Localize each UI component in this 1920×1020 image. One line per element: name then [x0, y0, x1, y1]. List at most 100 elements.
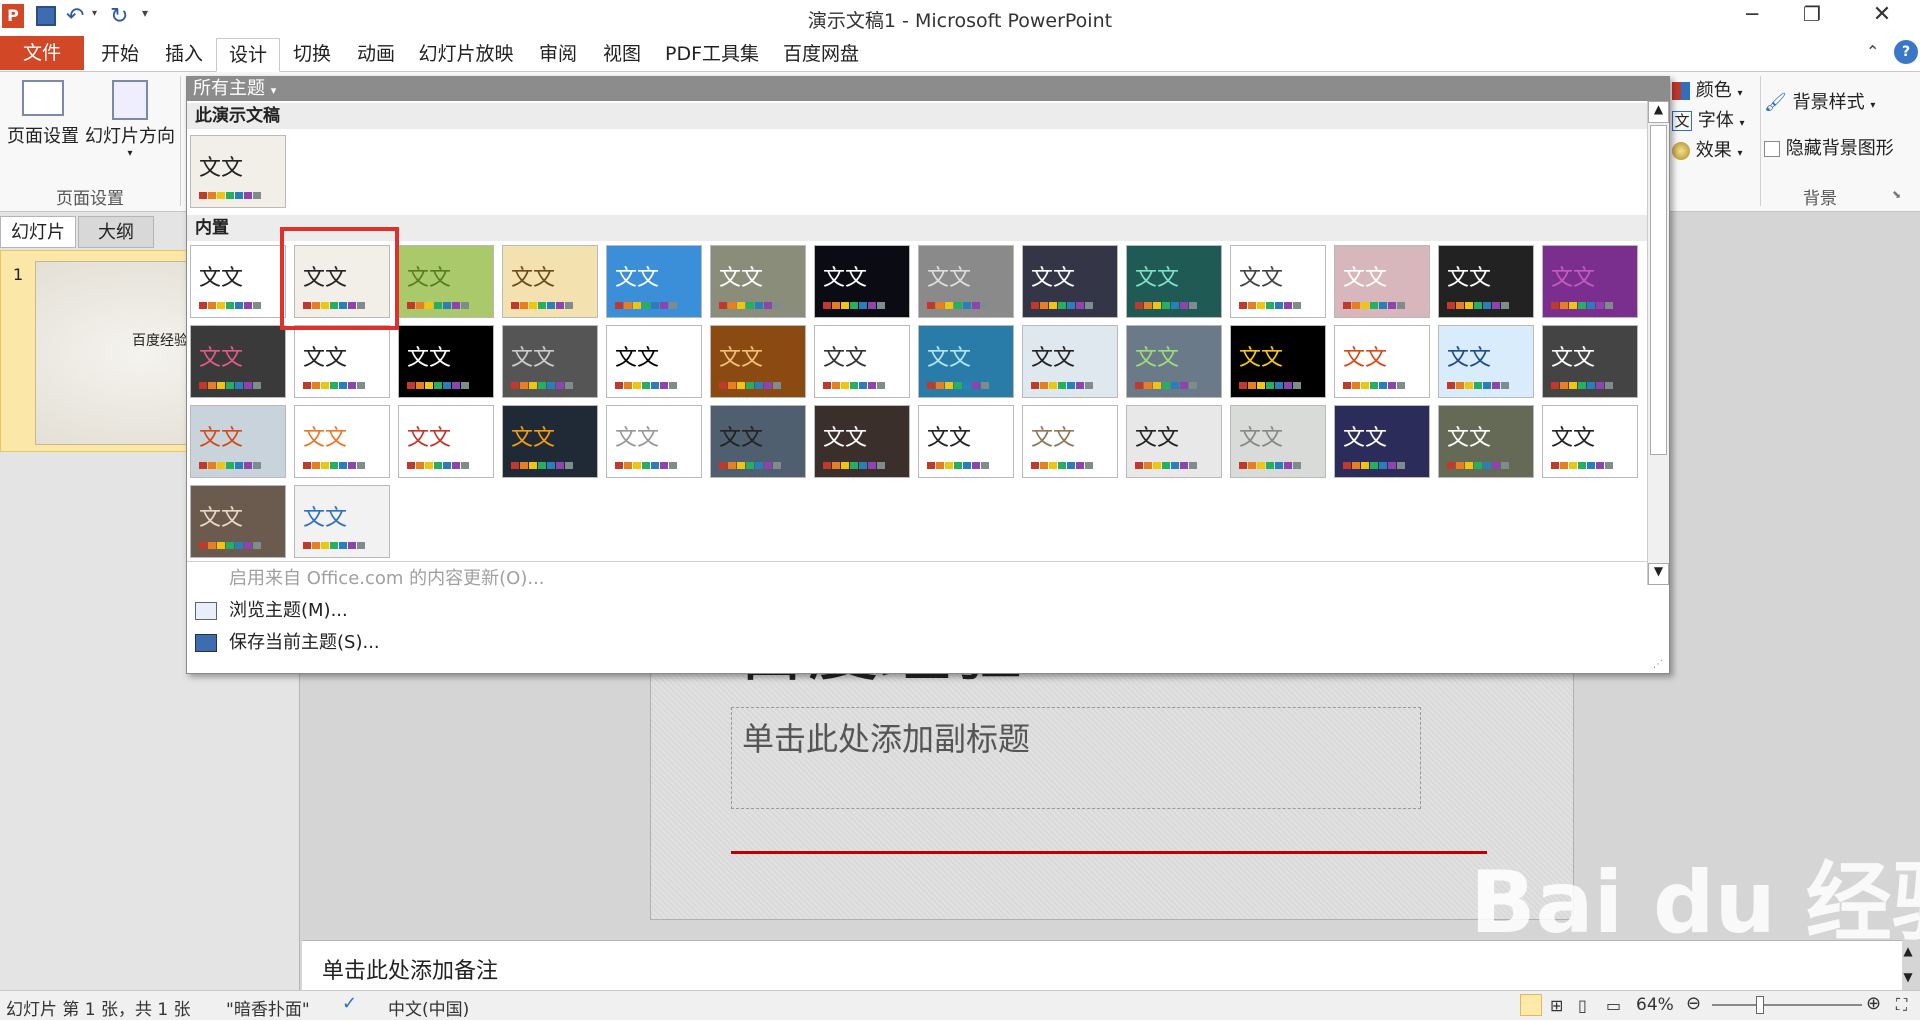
theme-thumb[interactable]: 文文 [398, 325, 494, 398]
gallery-scrollbar[interactable]: ▲ ▼ [1647, 101, 1669, 585]
tab-insert[interactable]: 插入 [160, 38, 208, 70]
theme-thumb[interactable]: 文文 [1022, 405, 1118, 478]
tab-baidu-netdisk[interactable]: 百度网盘 [778, 38, 864, 70]
tab-slideshow[interactable]: 幻灯片放映 [416, 38, 516, 70]
zoom-in-icon[interactable]: ⊕ [1866, 993, 1881, 1014]
browse-themes-item[interactable]: 浏览主题(M)... [187, 595, 1669, 627]
file-tab[interactable]: 文件 [0, 36, 84, 70]
save-icon[interactable] [36, 6, 56, 26]
theme-thumb[interactable]: 文文 [606, 405, 702, 478]
hide-background-checkbox[interactable]: 隐藏背景图形 [1764, 134, 1918, 160]
zoom-slider-thumb[interactable] [1756, 996, 1764, 1014]
page-setup-label: 页面设置 [7, 126, 79, 147]
theme-thumb[interactable]: 文文 [502, 405, 598, 478]
slideshow-icon[interactable]: ▭ [1606, 996, 1621, 1015]
theme-thumb[interactable]: 文文 [1438, 405, 1534, 478]
save-theme-item[interactable]: 保存当前主题(S)... [187, 627, 1669, 659]
theme-effects-button[interactable]: 效果 ▾ [1672, 136, 1758, 162]
language[interactable]: 中文(中国) [388, 995, 469, 1020]
slide-sorter-icon[interactable]: ⊞ [1550, 996, 1563, 1015]
theme-thumb[interactable]: 文文 [814, 325, 910, 398]
current-theme-thumb[interactable]: 文文 [190, 135, 286, 208]
theme-thumb[interactable]: 文文 [814, 245, 910, 318]
theme-thumb[interactable]: 文文 [190, 245, 286, 318]
tab-slides[interactable]: 幻灯片 [0, 216, 76, 248]
theme-thumb[interactable]: 文文 [502, 325, 598, 398]
tab-view[interactable]: 视图 [598, 38, 646, 70]
page-setup-button[interactable]: 页面设置 [4, 76, 82, 156]
undo-icon[interactable]: ↶ [66, 4, 84, 29]
slide-orientation-button[interactable]: 幻灯片方向 ▾ [82, 76, 178, 172]
tab-design[interactable]: 设计 [216, 38, 280, 72]
spellcheck-icon[interactable]: ✓ [342, 993, 357, 1014]
theme-thumb[interactable]: 文文 [710, 325, 806, 398]
theme-thumb[interactable]: 文文 [1230, 325, 1326, 398]
theme-thumb[interactable]: 文文 [1334, 245, 1430, 318]
zoom-out-icon[interactable]: ⊖ [1686, 993, 1701, 1014]
theme-thumb[interactable]: 文文 [502, 245, 598, 318]
theme-thumb[interactable]: 文文 [1542, 245, 1638, 318]
notes-scroll-down[interactable]: ▼ [1898, 970, 1918, 990]
theme-thumb[interactable]: 文文 [190, 325, 286, 398]
tab-animations[interactable]: 动画 [352, 38, 400, 70]
undo-dropdown-icon[interactable]: ▾ [92, 8, 97, 19]
theme-thumb[interactable]: 文文 [918, 245, 1014, 318]
scroll-thumb[interactable] [1650, 125, 1667, 455]
theme-thumb[interactable]: 文文 [1126, 405, 1222, 478]
fit-to-window-icon[interactable]: ⛶ [1896, 995, 1907, 1015]
theme-thumb[interactable]: 文文 [1230, 245, 1326, 318]
theme-thumb[interactable]: 文文 [1438, 245, 1534, 318]
theme-thumb[interactable]: 文文 [710, 245, 806, 318]
theme-thumb[interactable]: 文文 [294, 485, 390, 558]
help-icon[interactable]: ? [1894, 40, 1918, 64]
theme-thumb[interactable]: 文文 [398, 245, 494, 318]
tab-pdf-tools[interactable]: PDF工具集 [662, 38, 762, 70]
customize-qat-icon[interactable]: ▾ [142, 6, 148, 20]
all-themes-dropdown[interactable]: 所有主题 ▾ [187, 77, 1669, 101]
theme-thumb[interactable]: 文文 [190, 485, 286, 558]
theme-thumb[interactable]: 文文 [398, 405, 494, 478]
theme-thumb[interactable]: 文文 [606, 325, 702, 398]
theme-thumb[interactable]: 文文 [1126, 325, 1222, 398]
tab-transitions[interactable]: 切换 [288, 38, 336, 70]
dialog-launcher-icon[interactable]: ⬊ [1892, 188, 1901, 201]
minimize-button[interactable]: ─ [1732, 2, 1772, 32]
subtitle-placeholder[interactable]: 单击此处添加副标题 [731, 707, 1421, 809]
normal-view-icon[interactable] [1520, 994, 1542, 1016]
theme-thumb[interactable]: 文文 [294, 325, 390, 398]
theme-thumb[interactable]: 文文 [1334, 325, 1430, 398]
theme-thumb[interactable]: 文文 [1542, 405, 1638, 478]
theme-thumb[interactable]: 文文 [1542, 325, 1638, 398]
redo-icon[interactable]: ↻ [110, 4, 128, 29]
theme-thumb[interactable]: 文文 [1230, 405, 1326, 478]
zoom-level[interactable]: 64% [1636, 995, 1674, 1015]
theme-thumb[interactable]: 文文 [1022, 245, 1118, 318]
zoom-slider[interactable] [1712, 996, 1862, 1014]
theme-thumb[interactable]: 文文 [918, 405, 1014, 478]
scroll-up-icon[interactable]: ▲ [1648, 101, 1669, 123]
ribbon-minimize-icon[interactable]: ⌃ [1866, 42, 1879, 61]
theme-thumb[interactable]: 文文 [1438, 325, 1534, 398]
tab-review[interactable]: 审阅 [534, 38, 582, 70]
tab-outline[interactable]: 大纲 [78, 216, 154, 248]
theme-thumb[interactable]: 文文 [606, 245, 702, 318]
theme-thumb[interactable]: 文文 [918, 325, 1014, 398]
theme-thumb[interactable]: 文文 [814, 405, 910, 478]
theme-thumb[interactable]: 文文 [1126, 245, 1222, 318]
reading-view-icon[interactable]: ▯ [1578, 996, 1587, 1015]
theme-thumb[interactable]: 文文 [1022, 325, 1118, 398]
theme-thumb[interactable]: 文文 [1334, 405, 1430, 478]
theme-thumb[interactable]: 文文 [190, 405, 286, 478]
theme-thumb[interactable]: 文文 [710, 405, 806, 478]
theme-color-swatches [1239, 302, 1301, 309]
theme-colors-button[interactable]: 颜色 ▾ [1672, 76, 1758, 102]
background-styles-button[interactable]: 🖌 背景样式 ▾ [1764, 88, 1914, 114]
restore-button[interactable]: ❐ [1792, 2, 1832, 32]
theme-fonts-button[interactable]: 文 字体 ▾ [1672, 106, 1758, 132]
tab-home[interactable]: 开始 [96, 38, 144, 70]
resize-grip-icon[interactable]: ⋰ [1653, 659, 1663, 670]
close-button[interactable]: ✕ [1862, 2, 1902, 32]
theme-thumb[interactable]: 文文 [294, 405, 390, 478]
theme-color-swatches [719, 382, 781, 389]
theme-thumb-text: 文文 [1135, 426, 1180, 451]
